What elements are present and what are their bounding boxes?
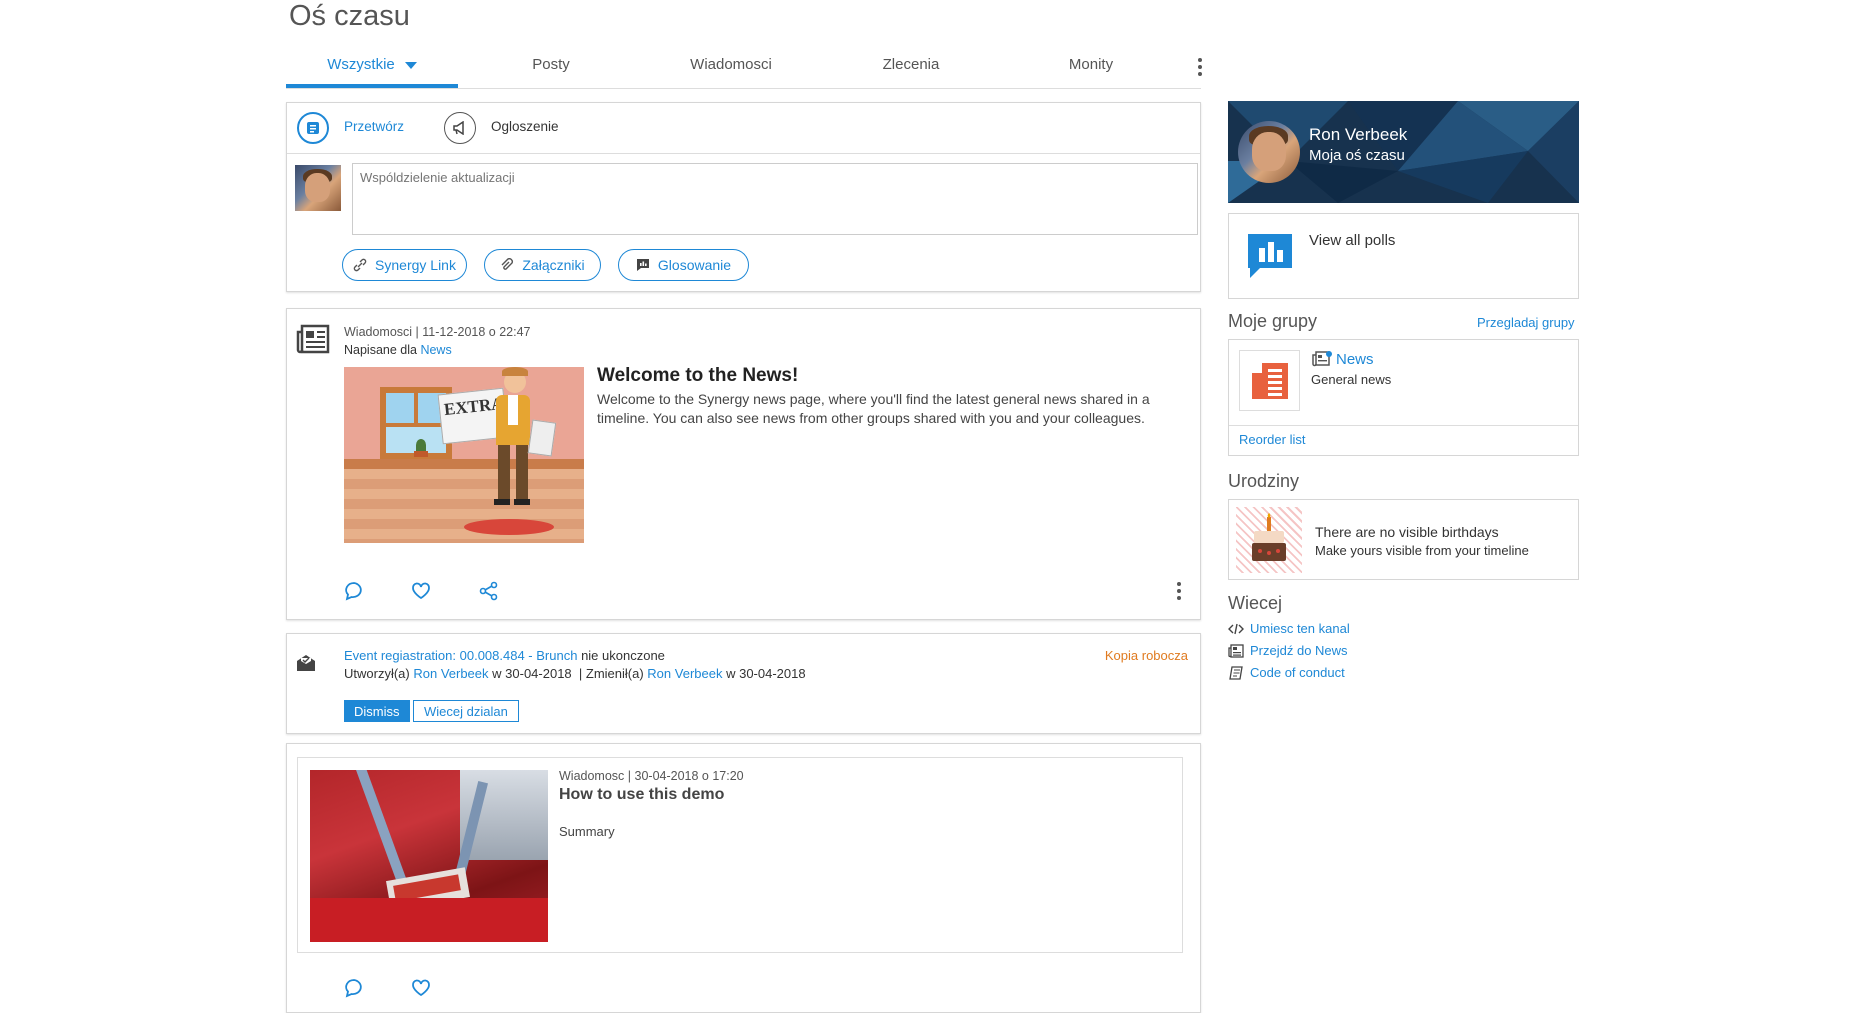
poll-button[interactable]: Glosowanie [618, 249, 749, 281]
caret-down-icon[interactable] [404, 61, 417, 69]
more-actions-button[interactable]: Wiecej dzialan [413, 700, 519, 722]
code-icon [1228, 623, 1244, 634]
news-title[interactable]: Welcome to the News! [597, 365, 798, 387]
task-card: Event regiastration: 00.008.484 - Brunch… [286, 633, 1201, 734]
demo-meta-date: 30-04-2018 o 17:20 [634, 769, 744, 783]
tab-all-label: Wszystkie [327, 56, 395, 73]
profile-subtitle: Moja oś czasu [1309, 147, 1405, 164]
announcement-action[interactable]: Ogloszenie [491, 119, 559, 134]
process-action[interactable]: Przetwórz [344, 119, 404, 134]
draft-badge: Kopia robocza [1104, 648, 1188, 663]
envelope-open-icon [297, 655, 315, 671]
task-history: Utworzył(a) Ron Verbeek w 30-04-2018 | Z… [344, 666, 806, 681]
page-title: Oś czasu [289, 0, 410, 32]
group-news-desc: General news [1311, 372, 1392, 387]
share-icon[interactable] [479, 581, 499, 601]
composer-card: Przetwórz Ogloszenie Synergy Link Załącz… [286, 102, 1201, 292]
groups-heading: Moje grupy [1228, 311, 1318, 331]
demo-image [310, 770, 548, 942]
created-on: w 30-04-2018 [492, 666, 572, 681]
changed-by-label: | Zmienił(a) [578, 666, 644, 681]
more-heading: Wiecej [1228, 593, 1283, 613]
written-for-label: Napisane dla [344, 343, 417, 357]
goto-news-label: Przejdź do News [1250, 643, 1348, 658]
demo-title[interactable]: How to use this demo [559, 786, 724, 804]
birthdays-line2: Make yours visible from your timeline [1315, 543, 1529, 558]
demo-post-card: Wiadomosc | 30-04-2018 o 17:20 How to us… [286, 743, 1201, 1013]
scroll-icon [1229, 665, 1243, 680]
reorder-list-link[interactable]: Reorder list [1239, 432, 1305, 447]
newspaper-icon [296, 324, 330, 354]
comment-icon[interactable] [344, 978, 364, 998]
profile-avatar [1238, 121, 1300, 183]
birthdays-heading: Urodziny [1228, 471, 1300, 491]
task-title-line: Event regiastration: 00.008.484 - Brunch… [344, 648, 665, 663]
tab-reminders[interactable]: Monity [1026, 48, 1156, 86]
task-status: nie ukonczone [581, 648, 665, 663]
group-news-link[interactable]: News [1336, 351, 1374, 368]
demo-meta: Wiadomosc | 30-04-2018 o 17:20 [559, 769, 744, 783]
task-link[interactable]: Event regiastration: 00.008.484 - Brunch [344, 648, 577, 663]
user-avatar [295, 165, 341, 211]
comment-icon[interactable] [344, 581, 364, 601]
news-written-for: Napisane dla News [344, 343, 452, 357]
document-icon[interactable] [297, 112, 329, 144]
synergy-link-button[interactable]: Synergy Link [342, 249, 467, 281]
news-meta: Wiadomosci | 11-12-2018 o 22:47 [344, 325, 531, 339]
like-heart-icon[interactable] [411, 581, 431, 601]
share-update-input[interactable] [352, 163, 1198, 235]
code-of-conduct-label: Code of conduct [1250, 665, 1345, 680]
news-meta-type: Wiadomosci [344, 325, 413, 339]
news-image: EXTRA [344, 367, 584, 543]
changed-by-link[interactable]: Ron Verbeek [647, 666, 722, 681]
tab-tasks[interactable]: Zlecenia [846, 48, 976, 86]
embed-channel-link[interactable]: Umiesc ten kanal [1228, 621, 1350, 636]
goto-news-link[interactable]: Przejdź do News [1228, 643, 1348, 658]
more-tabs-icon[interactable] [1195, 58, 1205, 76]
synergy-link-label: Synergy Link [375, 257, 456, 273]
demo-meta-type: Wiadomosc [559, 769, 625, 783]
composer-actions: Przetwórz Ogloszenie [287, 103, 1200, 154]
created-by-label: Utworzył(a) [344, 666, 410, 681]
tab-messages[interactable]: Wiadomosci [666, 48, 796, 86]
code-of-conduct-link[interactable]: Code of conduct [1228, 665, 1345, 680]
paperclip-icon [501, 258, 514, 270]
tab-all[interactable]: Wszystkie [286, 48, 458, 88]
birthdays-panel: There are no visible birthdays Make your… [1228, 499, 1579, 580]
birthdays-line1: There are no visible birthdays [1315, 524, 1499, 540]
changed-on: w 30-04-2018 [726, 666, 806, 681]
like-heart-icon[interactable] [411, 978, 431, 998]
news-body: Welcome to the Synergy news page, where … [597, 391, 1150, 426]
embed-channel-label: Umiesc ten kanal [1250, 621, 1350, 636]
polls-panel[interactable]: View all polls [1228, 213, 1579, 299]
demo-summary: Summary [559, 824, 615, 839]
birthday-cake-icon [1236, 507, 1302, 573]
view-polls-label[interactable]: View all polls [1309, 232, 1395, 249]
poll-label: Glosowanie [657, 257, 732, 273]
profile-name: Ron Verbeek [1309, 125, 1408, 144]
news-post-card: Wiadomosci | 11-12-2018 o 22:47 Napisane… [286, 308, 1201, 620]
poll-icon [636, 259, 649, 271]
timeline-tabs: Wszystkie Posty Wiadomosci Zlecenia Moni… [286, 48, 1202, 89]
news-meta-date: 11-12-2018 o 22:47 [422, 325, 531, 339]
attachments-label: Załączniki [522, 257, 585, 273]
groups-panel: News General news Reorder list [1228, 339, 1579, 456]
poll-chart-icon [1248, 234, 1292, 278]
created-by-link[interactable]: Ron Verbeek [413, 666, 488, 681]
news-group-thumb[interactable] [1239, 350, 1300, 411]
attachments-button[interactable]: Załączniki [484, 249, 601, 281]
news-group-link[interactable]: News [420, 343, 451, 357]
dismiss-button[interactable]: Dismiss [344, 700, 410, 722]
post-options-icon[interactable] [1174, 582, 1184, 600]
demo-post-inner: Wiadomosc | 30-04-2018 o 17:20 How to us… [297, 757, 1183, 953]
tab-posts[interactable]: Posty [486, 48, 616, 86]
profile-banner[interactable]: Ron Verbeek Moja oś czasu [1228, 101, 1579, 203]
link-icon [353, 258, 367, 272]
browse-groups-link[interactable]: Przegladaj grupy [1477, 315, 1575, 330]
newspaper-check-icon [1312, 351, 1332, 367]
megaphone-icon[interactable] [444, 112, 476, 144]
newspaper-small-icon [1228, 643, 1244, 658]
